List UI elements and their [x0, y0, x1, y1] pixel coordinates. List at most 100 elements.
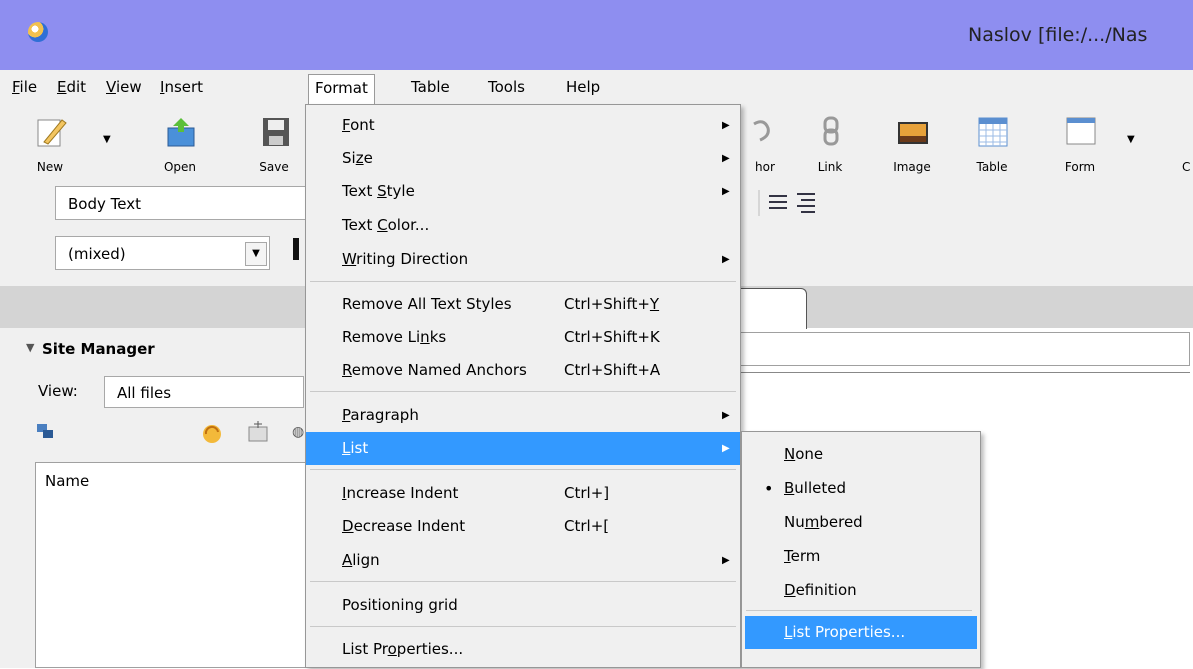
- shortcut-label: Ctrl+Shift+K: [564, 328, 660, 346]
- menu-item-text-color[interactable]: Text Color...: [306, 209, 740, 242]
- site-manager-title: Site Manager: [42, 340, 155, 358]
- menu-item-size-label: Size: [342, 149, 373, 167]
- file-list[interactable]: [35, 462, 305, 668]
- menu-item-increase-indent-label: Increase Indent: [342, 484, 459, 502]
- menu-separator: [310, 469, 736, 470]
- image-button-label: Image: [893, 160, 931, 174]
- menu-item-positioning-grid[interactable]: Positioning grid: [306, 589, 740, 622]
- submenu-item-definition[interactable]: Definition: [742, 574, 980, 607]
- menu-item-text-style-label: Text Style: [342, 182, 415, 200]
- menu-insert-rest: nsert: [164, 78, 204, 96]
- link-button-label: Link: [817, 160, 843, 174]
- menu-item-size[interactable]: Size ▶: [306, 142, 740, 175]
- form-dropdown-icon[interactable]: ▼: [1127, 134, 1135, 145]
- link-button[interactable]: Link: [800, 112, 860, 180]
- new-dropdown-icon[interactable]: ▼: [103, 134, 111, 145]
- form-icon: [1066, 117, 1096, 145]
- menu-format[interactable]: Format: [308, 74, 375, 105]
- toolbar-extra-label: C: [1182, 160, 1191, 174]
- submenu-item-list-properties[interactable]: List Properties...: [745, 616, 977, 649]
- menu-item-list-properties-label: List Properties...: [342, 640, 464, 658]
- menu-edit[interactable]: Edit: [57, 76, 86, 98]
- menu-view[interactable]: View: [106, 76, 142, 98]
- menu-separator: [310, 626, 736, 627]
- menu-view-rest: iew: [115, 78, 142, 96]
- menu-file-rest: ile: [19, 78, 38, 96]
- paragraph-style-select[interactable]: Body Text: [55, 186, 315, 220]
- checked-bullet-icon: •: [764, 479, 774, 498]
- menu-item-increase-indent[interactable]: Increase Indent Ctrl+]: [306, 477, 740, 510]
- save-button[interactable]: Save: [245, 112, 303, 180]
- menu-item-decrease-indent-label: Decrease Indent: [342, 517, 466, 535]
- link-icon: [823, 116, 839, 146]
- shortcut-label: Ctrl+]: [564, 484, 610, 502]
- menu-tools[interactable]: Tools: [488, 76, 525, 98]
- new-button-label: New: [36, 160, 64, 174]
- menu-separator: [310, 391, 736, 392]
- submenu-arrow-icon: ▶: [722, 153, 730, 164]
- font-select-chevron-down-icon[interactable]: ▼: [245, 242, 267, 266]
- new-button[interactable]: New: [20, 112, 80, 180]
- anchor-icon: [753, 120, 770, 142]
- menu-item-text-style[interactable]: Text Style ▶: [306, 175, 740, 208]
- menu-separator: [310, 281, 736, 282]
- menu-view-mnemonic: V: [106, 78, 116, 96]
- collapse-arrow-icon[interactable]: ▼: [26, 341, 34, 354]
- form-button[interactable]: Form: [1050, 112, 1110, 180]
- table-button-label: Table: [976, 160, 1008, 174]
- menu-item-remove-links[interactable]: Remove Links Ctrl+Shift+K: [306, 321, 740, 354]
- menu-item-font-label: Font: [342, 116, 375, 134]
- menu-item-list-properties[interactable]: List Properties...: [306, 633, 740, 666]
- submenu-item-bulleted-label: Bulleted: [784, 479, 846, 497]
- image-button[interactable]: Image: [882, 112, 942, 180]
- menu-item-text-color-label: Text Color...: [342, 216, 430, 234]
- open-icon: [167, 118, 195, 147]
- menu-help[interactable]: Help: [566, 76, 600, 98]
- window-title: Naslov [file:/.../Nas: [968, 24, 1148, 46]
- menu-insert[interactable]: Insert: [160, 76, 203, 98]
- menu-item-list[interactable]: List ▶: [306, 432, 740, 465]
- menu-item-writing-direction[interactable]: Writing Direction ▶: [306, 243, 740, 276]
- refresh-folder-icon[interactable]: [200, 422, 226, 444]
- menu-file[interactable]: File: [12, 76, 37, 98]
- submenu-item-numbered-label: Numbered: [784, 513, 863, 531]
- address-field[interactable]: [740, 332, 1190, 366]
- menu-item-positioning-grid-label: Positioning grid: [342, 596, 458, 614]
- list-buttons-icon: [758, 190, 815, 216]
- menu-table[interactable]: Table: [411, 76, 450, 98]
- anchor-button[interactable]: hor: [740, 112, 790, 180]
- image-icon: [898, 122, 928, 144]
- menu-item-remove-named-anchors[interactable]: Remove Named Anchors Ctrl+Shift+A: [306, 354, 740, 387]
- submenu-item-numbered[interactable]: Numbered: [742, 506, 980, 539]
- submenu-item-definition-label: Definition: [784, 581, 857, 599]
- color-indicator: [293, 238, 299, 260]
- submenu-item-bulleted[interactable]: • Bulleted: [742, 472, 980, 505]
- name-column-header[interactable]: Name: [45, 472, 89, 490]
- view-filter-select[interactable]: All files: [104, 376, 304, 408]
- menu-item-remove-links-label: Remove Links: [342, 328, 447, 346]
- menu-item-remove-all-text-styles-label: Remove All Text Styles: [342, 295, 512, 313]
- menu-item-align-label: Align: [342, 551, 380, 569]
- menu-item-remove-all-text-styles[interactable]: Remove All Text Styles Ctrl+Shift+Y: [306, 288, 740, 321]
- new-folder-icon[interactable]: [246, 420, 270, 444]
- list-submenu: None • Bulleted Numbered Term Definition …: [741, 431, 981, 668]
- table-icon: [978, 117, 1008, 147]
- submenu-item-none[interactable]: None: [742, 438, 980, 471]
- submenu-arrow-icon: ▶: [722, 186, 730, 197]
- shortcut-label: Ctrl+Shift+A: [564, 361, 661, 379]
- submenu-item-term[interactable]: Term: [742, 540, 980, 573]
- app-icon: [28, 22, 48, 42]
- open-button[interactable]: Open: [150, 112, 210, 180]
- table-button[interactable]: Table: [962, 112, 1022, 180]
- menu-item-paragraph[interactable]: Paragraph ▶: [306, 399, 740, 432]
- site-icon[interactable]: [35, 422, 55, 442]
- view-label: View:: [38, 382, 78, 400]
- menu-item-align[interactable]: Align ▶: [306, 544, 740, 577]
- font-select[interactable]: (mixed): [55, 236, 270, 270]
- document-tab[interactable]: [740, 288, 807, 329]
- more-icon[interactable]: ◍: [292, 424, 304, 440]
- submenu-arrow-icon: ▶: [722, 555, 730, 566]
- menu-item-writing-direction-label: Writing Direction: [342, 250, 469, 268]
- menu-item-decrease-indent[interactable]: Decrease Indent Ctrl+[: [306, 510, 740, 543]
- menu-item-font[interactable]: Font ▶: [306, 109, 740, 142]
